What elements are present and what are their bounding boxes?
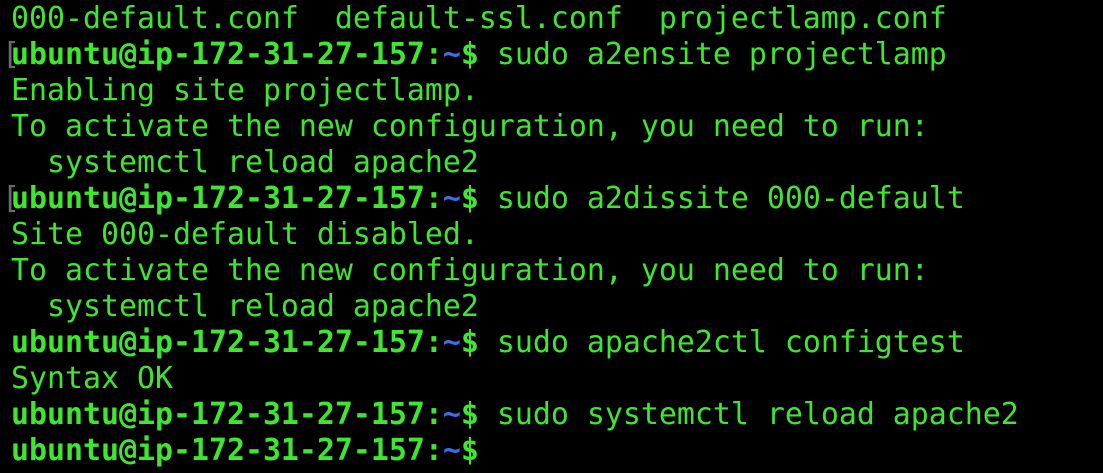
prompt-user-host: ubuntu@ip-172-31-27-157 <box>11 433 425 468</box>
output-text: systemctl reload apache2 <box>11 145 479 180</box>
prompt-colon: : <box>424 37 443 72</box>
prompt-colon: : <box>424 181 443 216</box>
prompt-colon: : <box>424 325 443 360</box>
terminal-window[interactable]: 000-default.conf default-ssl.conf projec… <box>0 0 1103 473</box>
output-line: systemctl reload apache2 <box>11 289 1103 325</box>
output-text: To activate the new configuration, you n… <box>11 253 929 288</box>
output-line: 000-default.conf default-ssl.conf projec… <box>11 1 1103 37</box>
output-line: systemctl reload apache2 <box>11 145 1103 181</box>
prompt-line: ubuntu@ip-172-31-27-157:~$ sudo apache2c… <box>11 325 1103 361</box>
output-line: To activate the new configuration, you n… <box>11 253 1103 289</box>
prompt-path: ~ <box>442 325 461 360</box>
output-line: Enabling site projectlamp. <box>11 73 1103 109</box>
prompt-symbol: $ <box>460 397 479 432</box>
prompt-path: ~ <box>442 181 461 216</box>
prompt-colon: : <box>424 433 443 468</box>
prompt-colon: : <box>424 397 443 432</box>
prompt-line: [ubuntu@ip-172-31-27-157:~$ sudo a2dissi… <box>2 181 1103 217</box>
prompt-user-host: ubuntu@ip-172-31-27-157 <box>11 397 425 432</box>
scrollback-bracket: [ <box>2 37 20 72</box>
prompt-symbol: $ <box>460 181 479 216</box>
prompt-user-host: ubuntu@ip-172-31-27-157 <box>11 325 425 360</box>
prompt-path: ~ <box>442 37 461 72</box>
output-text: 000-default.conf default-ssl.conf projec… <box>11 1 947 36</box>
output-line: To activate the new configuration, you n… <box>11 109 1103 145</box>
prompt-path: ~ <box>442 397 461 432</box>
scrollback-bracket: [ <box>2 181 20 216</box>
prompt-user-host: ubuntu@ip-172-31-27-157 <box>11 37 425 72</box>
output-line: Site 000-default disabled. <box>11 217 1103 253</box>
prompt-user-host: ubuntu@ip-172-31-27-157 <box>11 181 425 216</box>
output-text: systemctl reload apache2 <box>11 289 479 324</box>
prompt-path: ~ <box>442 433 461 468</box>
output-text: Syntax OK <box>11 361 173 396</box>
command-text: sudo a2ensite projectlamp <box>478 37 947 72</box>
active-prompt-line[interactable]: ubuntu@ip-172-31-27-157:~$ <box>11 433 1103 469</box>
output-text: Enabling site projectlamp. <box>11 73 479 108</box>
prompt-symbol: $ <box>460 433 479 468</box>
prompt-symbol: $ <box>460 37 479 72</box>
command-text: sudo a2dissite 000-default <box>478 181 965 216</box>
prompt-line: ubuntu@ip-172-31-27-157:~$ sudo systemct… <box>11 397 1103 433</box>
output-text: To activate the new configuration, you n… <box>11 109 929 144</box>
command-text: sudo apache2ctl configtest <box>478 325 965 360</box>
prompt-symbol: $ <box>460 325 479 360</box>
output-text: Site 000-default disabled. <box>11 217 479 252</box>
command-text: sudo systemctl reload apache2 <box>478 397 1019 432</box>
output-line: Syntax OK <box>11 361 1103 397</box>
prompt-line: [ubuntu@ip-172-31-27-157:~$ sudo a2ensit… <box>2 37 1103 73</box>
